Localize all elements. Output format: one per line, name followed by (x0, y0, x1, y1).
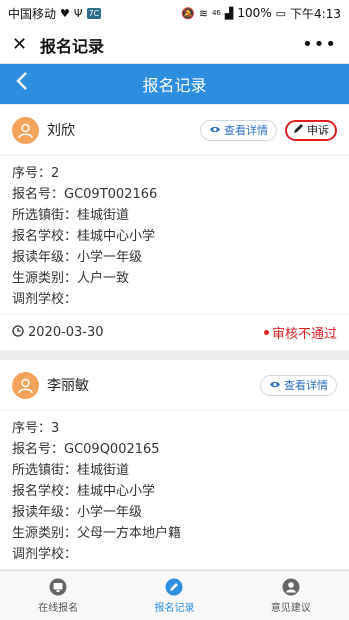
appeal-button[interactable]: 申诉 (285, 119, 337, 141)
avatar-icon (12, 116, 39, 144)
grade-row: 报读年级：小学一年级 (12, 505, 143, 520)
eye-icon (209, 124, 221, 137)
tab-registration-records[interactable]: 报名记录 (116, 571, 232, 620)
avatar-icon (12, 371, 39, 399)
status-label: 审核不通过 (271, 327, 337, 342)
signal-icon: ▟ (224, 6, 234, 20)
street-row: 所选镇街：桂城街道 (12, 208, 130, 223)
tab-online-registration[interactable]: 在线报名 (0, 571, 116, 620)
status-bar: 中国移动 ♥ Ψ 7C 🔕 ≋ 46 ▟ 100% ▭ 下午4:13 (0, 0, 349, 26)
view-detail-label: 查看详情 (284, 379, 328, 392)
monitor-icon (49, 578, 67, 596)
tab-feedback[interactable]: 意见建议 (233, 571, 349, 620)
record-footer: 2020-03-30 审核不通过 (0, 314, 349, 350)
heart-icon: ♥ (60, 6, 70, 20)
network-label: 46 (211, 9, 221, 17)
app-header: 报名记录 (0, 64, 349, 104)
category-row: 生源类别：父母一方本地户籍 (12, 526, 182, 541)
more-icon[interactable]: ••• (302, 34, 337, 55)
person-circle-icon (282, 578, 300, 596)
school-row: 报名学校：桂城中心小学 (12, 484, 156, 499)
pencil-icon (293, 123, 304, 137)
street-row: 所选镇街：桂城街道 (12, 463, 130, 478)
back-chevron-icon[interactable] (10, 70, 34, 98)
tab-label: 在线报名 (38, 602, 79, 614)
record-info: 序号：3 报名号：GC09Q002165 所选镇街：桂城街道 报名学校：桂城中心… (0, 411, 349, 569)
student-name: 李丽敏 (47, 378, 89, 394)
browser-bar: ✕ 报名记录 ••• (0, 26, 349, 64)
app-badge: 7C (86, 7, 102, 19)
adjust-school-row: 调剂学校： (12, 292, 78, 307)
tab-label: 意见建议 (270, 602, 311, 614)
view-detail-label: 查看详情 (224, 124, 268, 137)
eye-icon (269, 379, 281, 392)
record-date: 2020-03-30 (12, 324, 104, 341)
record-header: 刘欣 查看详情 申诉 (0, 105, 349, 156)
battery-icon: ▭ (275, 6, 287, 20)
time-label: 下午4:13 (290, 6, 341, 21)
mute-icon: 🔕 (181, 6, 195, 20)
grade-row: 报读年级：小学一年级 (12, 250, 143, 265)
date-label: 2020-03-30 (28, 325, 104, 340)
tab-label: 报名记录 (154, 602, 195, 614)
status-dot-icon (263, 330, 269, 335)
wifi-icon: ≋ (198, 6, 208, 20)
reg-number-row: 报名号：GC09T002166 (12, 187, 158, 202)
clock-icon (12, 324, 24, 341)
page-title: 报名记录 (142, 76, 207, 95)
browser-title: 报名记录 (40, 36, 105, 56)
usb-icon: Ψ (73, 6, 83, 20)
student-name: 刘欣 (47, 123, 75, 139)
records-list[interactable]: 刘欣 查看详情 申诉 序号：2 报名号：GC09T002166 所选镇街：桂城街… (0, 105, 349, 570)
status-right: 🔕 ≋ 46 ▟ 100% ▭ 下午4:13 (181, 5, 341, 22)
record-info: 序号：2 报名号：GC09T002166 所选镇街：桂城街道 报名学校：桂城中心… (0, 156, 349, 314)
battery-label: 100% (237, 6, 272, 20)
seq-row: 序号：2 (12, 166, 60, 181)
school-row: 报名学校：桂城中心小学 (12, 229, 156, 244)
bottom-tab-bar: 在线报名 报名记录 意见建议 (0, 570, 349, 620)
carrier-label: 中国移动 (8, 6, 57, 21)
adjust-school-row: 调剂学校： (12, 547, 78, 562)
record-card: 刘欣 查看详情 申诉 序号：2 报名号：GC09T002166 所选镇街：桂城街… (0, 105, 349, 350)
reg-number-row: 报名号：GC09Q002165 (12, 442, 160, 457)
close-icon[interactable]: ✕ (12, 34, 36, 55)
view-detail-button[interactable]: 查看详情 (260, 374, 337, 396)
pencil-circle-icon (165, 578, 183, 596)
record-header: 李丽敏 查看详情 (0, 360, 349, 411)
category-row: 生源类别：人户一致 (12, 271, 130, 286)
record-card: 李丽敏 查看详情 序号：3 报名号：GC09Q002165 所选镇街：桂城街道 … (0, 360, 349, 569)
status-left: 中国移动 ♥ Ψ 7C (8, 5, 102, 22)
seq-row: 序号：3 (12, 421, 60, 436)
appeal-label: 申诉 (307, 124, 329, 137)
status-badge: 审核不通过 (263, 323, 337, 342)
view-detail-button[interactable]: 查看详情 (200, 119, 277, 141)
